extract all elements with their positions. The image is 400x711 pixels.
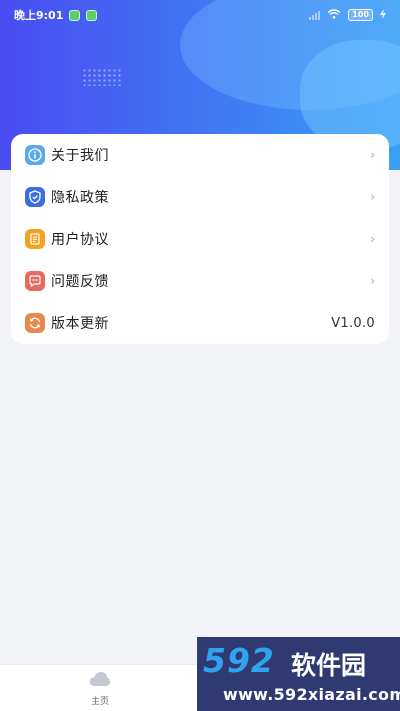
notification-icon <box>86 9 98 21</box>
menu-item-privacy[interactable]: 隐私政策 › <box>11 176 389 218</box>
menu-item-label: 隐私政策 <box>51 190 109 206</box>
version-value: V1.0.0 <box>331 315 375 331</box>
chevron-right-icon: › <box>370 274 375 288</box>
watermark: 592 软件园 www.592xiazai.com <box>197 637 400 711</box>
signal-icon <box>309 10 321 20</box>
menu-item-feedback[interactable]: 问题反馈 › <box>11 260 389 302</box>
watermark-url: www.592xiazai.com <box>223 685 400 704</box>
chevron-right-icon: › <box>370 190 375 204</box>
menu-item-label: 用户协议 <box>51 232 109 248</box>
tab-home[interactable]: 主页 <box>0 665 200 711</box>
refresh-icon <box>25 313 45 333</box>
cloud-icon <box>89 671 111 691</box>
menu-item-user-agreement[interactable]: 用户协议 › <box>11 218 389 260</box>
battery-icon: 100 <box>348 9 373 21</box>
shield-icon <box>25 187 45 207</box>
menu-item-version-update[interactable]: 版本更新 V1.0.0 <box>11 302 389 344</box>
menu-item-label: 版本更新 <box>51 316 109 332</box>
status-bar: 晚上9:01 100 <box>0 0 400 30</box>
notification-icon <box>69 9 81 21</box>
menu-item-about[interactable]: 关于我们 › <box>11 134 389 176</box>
menu-item-label: 问题反馈 <box>51 274 109 290</box>
wifi-icon <box>327 8 341 22</box>
feedback-icon <box>25 271 45 291</box>
menu-item-label: 关于我们 <box>51 148 109 164</box>
info-icon <box>25 145 45 165</box>
watermark-brand: 592 <box>203 641 275 680</box>
status-time: 晚上9:01 <box>14 9 64 22</box>
document-icon <box>25 229 45 249</box>
dot-pattern <box>82 68 122 86</box>
chevron-right-icon: › <box>370 232 375 246</box>
watermark-site-name: 软件园 <box>291 651 367 680</box>
charging-icon <box>380 8 386 22</box>
tab-label: 主页 <box>90 696 109 707</box>
settings-menu: 关于我们 › 隐私政策 › 用户协议 › 问题反馈 › 版本更新 V1.0.0 <box>11 134 389 344</box>
chevron-right-icon: › <box>370 148 375 162</box>
